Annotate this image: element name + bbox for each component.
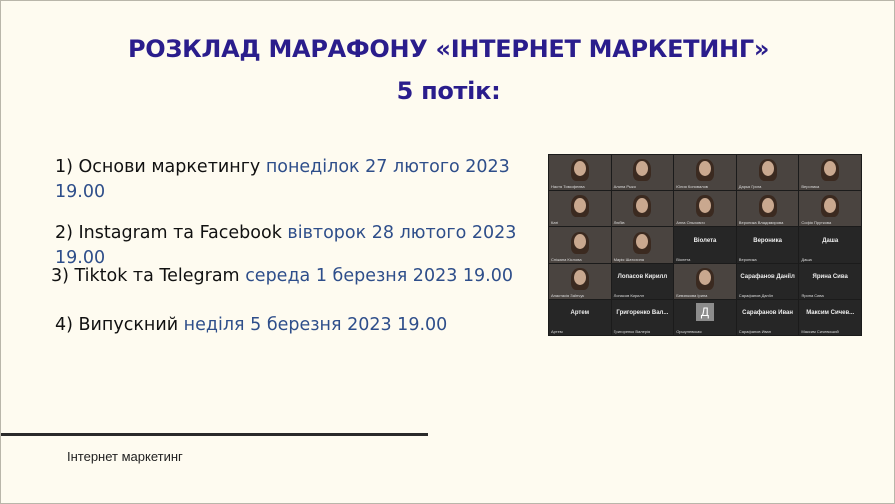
participant-display-name: Вероника xyxy=(753,237,782,244)
participant-name-label: Сарафанов Даніїл xyxy=(738,292,774,298)
participant-tile: Бевзюкова Ірина xyxy=(674,263,736,299)
participant-tile: Григоренко Вал... Григоренко Валерія xyxy=(611,299,674,335)
participant-name-label: Даша xyxy=(801,256,812,262)
participant-face xyxy=(573,161,586,177)
participant-avatar: Д xyxy=(695,303,714,322)
participant-display-name: Лопасов Кирилл xyxy=(617,274,668,281)
participant-name-label: Анна Ольхович xyxy=(676,220,705,226)
schedule-item-date: середа 1 березня 2023 19.00 xyxy=(245,266,514,286)
participant-tile: Каті xyxy=(549,191,611,227)
participant-display-name: Сарафанов Даніїл xyxy=(740,274,795,281)
participant-name-label: Ярина Сива xyxy=(801,292,824,298)
participant-name-label: Григоренко Валерія xyxy=(613,329,651,334)
participant-tile: Максим Сичев... Максим Сичевський xyxy=(799,299,861,335)
participant-name-label: Дарья Грига xyxy=(738,184,762,190)
participant-name-label: Юлия Коновалов xyxy=(676,184,708,190)
participant-name-label: Софія Пруткова xyxy=(801,220,832,226)
participant-tile: Марія Шатохина xyxy=(611,227,674,263)
participant-display-name: Артем xyxy=(570,310,590,317)
participant-name-label: Сарафанов Иван xyxy=(738,329,771,334)
schedule-item-4: 4) Випускний неділя 5 березня 2023 19.00 xyxy=(55,313,447,338)
participant-name-label: Настя Тимофеєва xyxy=(551,184,585,190)
participant-tile: Вероника Владимирова xyxy=(736,191,799,227)
participant-face xyxy=(573,233,586,249)
participant-name-label: Вероника xyxy=(801,184,820,190)
participant-name-label: Марія Шатохина xyxy=(613,256,645,262)
schedule-item-label: 4) Випускний xyxy=(55,315,179,335)
participant-tile: Вероника Вероника xyxy=(736,227,799,263)
participant-face xyxy=(636,197,649,213)
schedule-item-date: вівторок 28 лютого 2023 xyxy=(287,223,517,243)
participant-face xyxy=(761,197,774,213)
participant-tile: Віолета Віолета xyxy=(674,227,736,263)
footer-divider xyxy=(1,433,428,436)
schedule-item-date: неділя 5 березня 2023 19.00 xyxy=(183,315,448,335)
participant-face xyxy=(698,197,711,213)
zoom-gallery-screenshot: Настя Тимофеєва Алина Рыко Юлия Коновалов Д… xyxy=(548,154,862,336)
participant-display-name: Максим Сичев... xyxy=(806,310,855,317)
slide: РОЗКЛАД МАРАФОНУ «ІНТЕРНЕТ МАРКЕТИНГ» 5 … xyxy=(0,0,895,504)
participant-tile: Вероника xyxy=(799,155,861,191)
participant-tile: Анастасія Заїнчук xyxy=(549,263,611,299)
participant-name-label: Артем xyxy=(551,329,563,334)
participant-name-label: Вероника Владимирова xyxy=(738,220,784,226)
participant-name-label: Каті xyxy=(551,220,559,226)
participant-name-label: Алина Рыко xyxy=(613,184,636,190)
schedule-item-label: 1) Основи маркетингу xyxy=(55,157,261,177)
participant-tile: Юлия Коновалов xyxy=(674,155,736,191)
participant-tile: Алина Рыко xyxy=(611,155,674,191)
participant-display-name: Даша xyxy=(822,237,839,244)
participant-name-label: Любів xyxy=(613,220,625,226)
participant-name-label: Сніжана Кіслова xyxy=(551,256,582,262)
participant-name-label: Лопасов Кирилл xyxy=(613,292,645,298)
participant-tile: Даша Даша xyxy=(799,227,861,263)
participant-tile: Сніжана Кіслова xyxy=(549,227,611,263)
participant-name-label: Бевзюкова Ірина xyxy=(676,292,708,298)
participant-display-name: Ярина Сива xyxy=(812,274,848,281)
participant-tile: Анна Ольхович xyxy=(674,191,736,227)
participant-display-name: Григоренко Вал... xyxy=(616,310,669,317)
schedule-item-label: 2) Instagram та Facebook xyxy=(55,223,282,243)
participant-display-name: Віолета xyxy=(693,237,717,244)
participant-face xyxy=(824,197,837,213)
participant-face xyxy=(573,197,586,213)
participant-tile: Любів xyxy=(611,191,674,227)
participant-tile: Настя Тимофеєва xyxy=(549,155,611,191)
participant-tile: Артем Артем xyxy=(549,299,611,335)
participant-tile: Ярина Сива Ярина Сива xyxy=(799,263,861,299)
schedule-item-label: 3) Tiktok та Telegram xyxy=(51,266,240,286)
schedule-item-1: 1) Основи маркетингу понеділок 27 лютого… xyxy=(55,155,510,205)
participant-name-label: Віолета xyxy=(676,256,691,262)
participant-tile: Софія Пруткова xyxy=(799,191,861,227)
slide-subtitle: 5 потік: xyxy=(396,77,501,105)
participant-tile: Дарья Грига xyxy=(736,155,799,191)
schedule-item-date: понеділок 27 лютого 2023 xyxy=(265,157,510,177)
participant-name-label: Оршулевская xyxy=(676,329,702,334)
participant-name-label: Анастасія Заїнчук xyxy=(551,292,585,298)
participant-tile: Д Оршулевская xyxy=(674,299,736,335)
participant-tile: Сарафанов Даніїл Сарафанов Даніїл xyxy=(736,263,799,299)
participant-name-label: Максим Сичевський xyxy=(801,329,839,334)
participant-name-label: Вероника xyxy=(738,256,757,262)
slide-title: РОЗКЛАД МАРАФОНУ «ІНТЕРНЕТ МАРКЕТИНГ» xyxy=(127,35,770,63)
schedule-item-3: 3) Tiktok та Telegram середа 1 березня 2… xyxy=(51,264,513,289)
participant-tile: Сарафанов Иван Сарафанов Иван xyxy=(736,299,799,335)
participant-display-name: Сарафанов Иван xyxy=(742,310,794,317)
participant-tile: Лопасов Кирилл Лопасов Кирилл xyxy=(611,263,674,299)
participant-face xyxy=(698,269,711,285)
participant-face xyxy=(761,161,774,177)
footer-text: Інтернет маркетинг xyxy=(67,449,183,464)
schedule-item-time: 19.00 xyxy=(55,182,106,202)
participant-face xyxy=(573,269,586,285)
